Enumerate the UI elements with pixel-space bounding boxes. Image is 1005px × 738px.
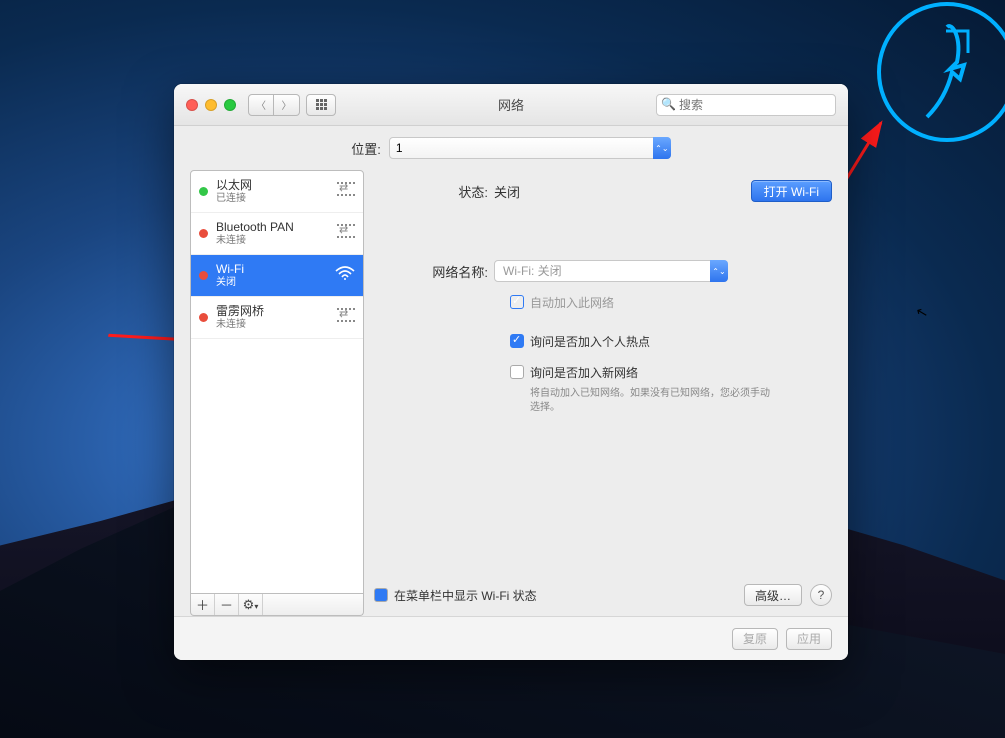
service-name: Wi-Fi: [216, 263, 244, 276]
annotation-circle: [877, 2, 1005, 142]
status-dot-red: [199, 271, 208, 280]
ask-new-help-text: 将自动加入已知网络。如果没有已知网络，您必须手动选择。: [530, 387, 770, 415]
service-thunderbolt-bridge[interactable]: 雷雳网桥 未连接: [191, 297, 363, 339]
ethernet-icon: [337, 308, 355, 327]
wifi-icon: [335, 266, 355, 285]
service-status: 已连接: [216, 193, 252, 204]
bottom-row: 在菜单栏中显示 Wi-Fi 状态 高级… ?: [374, 578, 832, 616]
service-actions-button[interactable]: ⚙▾: [239, 594, 263, 615]
service-wifi[interactable]: Wi-Fi 关闭: [191, 255, 363, 297]
network-name-label: 网络名称:: [374, 262, 494, 281]
menubar-checkbox-row[interactable]: 在菜单栏中显示 Wi-Fi 状态: [374, 587, 537, 604]
service-name: 以太网: [216, 179, 252, 192]
service-status: 未连接: [216, 235, 294, 246]
location-row: 位置: 1 ⌃⌄: [174, 126, 848, 170]
zoom-button[interactable]: [224, 99, 236, 111]
show-all-button[interactable]: [306, 94, 336, 116]
forward-button[interactable]: 〉: [274, 94, 300, 116]
advanced-button[interactable]: 高级…: [744, 584, 802, 606]
ethernet-icon: [337, 224, 355, 243]
status-label: 状态:: [374, 182, 494, 201]
minimize-button[interactable]: [205, 99, 217, 111]
service-status: 未连接: [216, 319, 264, 330]
turn-on-wifi-button[interactable]: 打开 Wi-Fi: [751, 180, 832, 202]
detail-panel: 状态: 关闭 打开 Wi-Fi ↖ 网络名称: Wi-Fi: 关闭 ⌃⌄ 自动加…: [374, 170, 832, 616]
ask-hotspot-checkbox[interactable]: [510, 334, 524, 348]
window-footer: 复原 应用: [174, 616, 848, 660]
status-dot-red: [199, 229, 208, 238]
service-bluetooth-pan[interactable]: Bluetooth PAN 未连接: [191, 213, 363, 255]
auto-join-label: 自动加入此网络: [530, 294, 614, 311]
network-preferences-window: 〈 〉 网络 🔍 位置: 1 ⌃⌄ 以太网 已连接: [174, 84, 848, 660]
help-button[interactable]: ?: [810, 584, 832, 606]
network-name-select[interactable]: Wi-Fi: 关闭: [494, 260, 728, 282]
services-list: 以太网 已连接 Bluetooth PAN 未连接 Wi: [190, 170, 364, 594]
add-service-button[interactable]: ＋: [191, 594, 215, 615]
search-input[interactable]: [656, 94, 836, 116]
auto-join-checkbox: [510, 295, 524, 309]
menubar-checkbox[interactable]: [374, 588, 388, 602]
service-ethernet[interactable]: 以太网 已连接: [191, 171, 363, 213]
location-select[interactable]: 1: [389, 137, 671, 159]
ethernet-icon: [337, 182, 355, 201]
services-toolbar: ＋ － ⚙▾: [190, 594, 364, 616]
search-icon: 🔍: [661, 97, 676, 111]
service-name: Bluetooth PAN: [216, 221, 294, 234]
status-dot-red: [199, 313, 208, 322]
service-name: 雷雳网桥: [216, 305, 264, 318]
ask-new-checkbox-row[interactable]: 询问是否加入新网络: [510, 364, 832, 381]
auto-join-checkbox-row: 自动加入此网络: [510, 294, 832, 311]
ask-hotspot-checkbox-row[interactable]: 询问是否加入个人热点: [510, 333, 832, 350]
back-button[interactable]: 〈: [248, 94, 274, 116]
close-button[interactable]: [186, 99, 198, 111]
status-dot-green: [199, 187, 208, 196]
remove-service-button[interactable]: －: [215, 594, 239, 615]
ask-new-label: 询问是否加入新网络: [530, 364, 638, 381]
search-field-wrapper: 🔍: [656, 94, 836, 116]
menubar-label: 在菜单栏中显示 Wi-Fi 状态: [394, 587, 537, 604]
traffic-lights: [186, 99, 236, 111]
service-status: 关闭: [216, 277, 244, 288]
services-sidebar: 以太网 已连接 Bluetooth PAN 未连接 Wi: [190, 170, 364, 616]
titlebar: 〈 〉 网络 🔍: [174, 84, 848, 126]
location-label: 位置:: [351, 139, 381, 158]
ask-hotspot-label: 询问是否加入个人热点: [530, 333, 650, 350]
status-value: 关闭: [494, 182, 520, 201]
apply-button[interactable]: 应用: [786, 628, 832, 650]
ask-new-checkbox[interactable]: [510, 365, 524, 379]
revert-button[interactable]: 复原: [732, 628, 778, 650]
